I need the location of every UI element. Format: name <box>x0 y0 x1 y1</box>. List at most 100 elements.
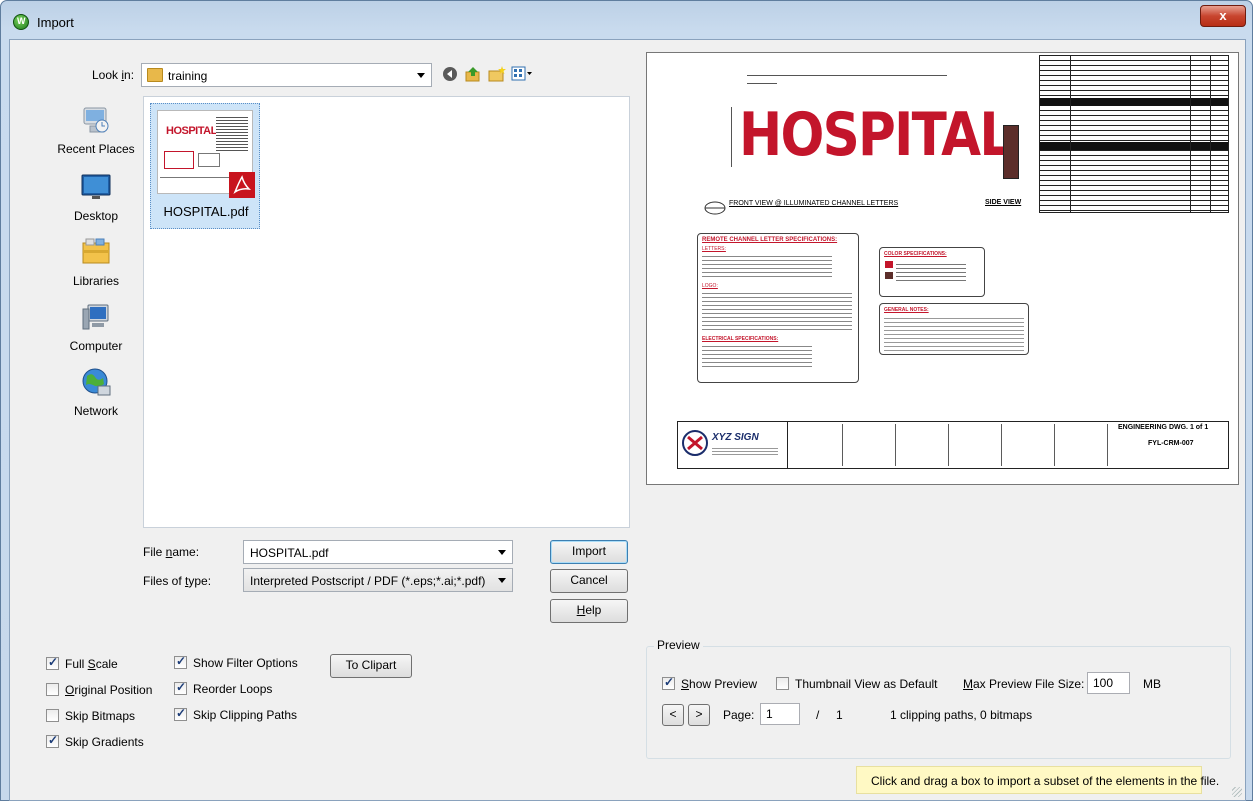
folder-icon <box>147 68 163 82</box>
new-folder-icon[interactable] <box>488 66 506 82</box>
files-of-type-dropdown[interactable]: Interpreted Postscript / PDF (*.eps;*.ai… <box>243 568 513 592</box>
checkbox-box[interactable] <box>46 733 59 748</box>
spec-lines <box>702 290 852 330</box>
dialog-body: Look in: training Recent Places Desktop … <box>9 39 1246 801</box>
app-icon <box>13 14 29 30</box>
spec-letters: LETTERS: <box>702 246 726 252</box>
table-col <box>1210 56 1211 212</box>
place-desktop[interactable]: Desktop <box>50 171 142 233</box>
checkbox-label-tail: cale <box>95 657 118 671</box>
files-of-type-label-tail: ype: <box>188 574 212 588</box>
look-in-value: training <box>168 69 208 83</box>
prev-page-button[interactable]: < <box>662 704 684 726</box>
checkbox-label-tail: riginal Position <box>74 683 153 697</box>
preview-group <box>646 646 1231 759</box>
window-title: Import <box>37 15 74 30</box>
pdf-icon <box>229 172 255 198</box>
checkbox-box[interactable] <box>776 677 789 690</box>
chevron-down-icon <box>417 73 425 78</box>
computer-icon <box>82 304 109 330</box>
resize-grip[interactable] <box>1232 787 1242 797</box>
page-value: 1 <box>766 707 773 721</box>
logo-cell: XYZ SIGN <box>678 422 788 468</box>
page-input[interactable]: 1 <box>760 703 800 725</box>
table-col <box>1190 56 1191 212</box>
look-in-dropdown[interactable]: training <box>141 63 432 87</box>
place-label: Computer <box>69 339 123 353</box>
max-size-input[interactable]: 100 <box>1087 672 1130 694</box>
to-clipart-button[interactable]: To Clipart <box>330 654 412 678</box>
preview-pane[interactable]: HOSPITAL SIDE VIEW FRONT VIEW @ ILLUMINA… <box>646 52 1239 485</box>
page-label: Page: <box>723 708 755 722</box>
file-name-input[interactable]: HOSPITAL.pdf <box>243 540 513 564</box>
chevron-down-icon[interactable] <box>498 550 506 555</box>
place-libraries[interactable]: Libraries <box>50 236 142 298</box>
color-spec-lines <box>896 261 966 283</box>
checkbox-box[interactable] <box>174 706 187 721</box>
company-address <box>712 446 778 456</box>
up-folder-icon[interactable] <box>465 66 481 82</box>
file-name-label: HOSPITAL.pdf <box>163 204 249 219</box>
side-view-bar <box>1003 125 1019 179</box>
checkbox-label: Original Position <box>65 683 152 697</box>
thumbnail-box <box>198 153 220 167</box>
table-band <box>1040 98 1228 106</box>
checkbox-label-text: Full <box>65 657 88 671</box>
side-view-label: SIDE VIEW <box>985 199 1022 206</box>
checkbox-box[interactable] <box>662 675 675 690</box>
max-size-label-accel: M <box>963 677 973 691</box>
color-spec-title: COLOR SPECIFICATIONS: <box>884 251 947 257</box>
help-button[interactable]: Help <box>550 599 628 623</box>
place-label: Desktop <box>73 209 119 223</box>
company-name: XYZ SIGN <box>712 432 759 443</box>
hint-text: Click and drag a box to import a subset … <box>871 774 1220 788</box>
company-logo-icon <box>682 430 708 456</box>
place-recent-places[interactable]: Recent Places <box>50 104 142 166</box>
next-page-button[interactable]: > <box>688 704 710 726</box>
back-icon[interactable] <box>442 66 458 82</box>
thumbnail-table <box>216 117 248 151</box>
file-list[interactable]: HOSPITAL HOSPITAL.pdf <box>143 96 630 528</box>
front-view-label: FRONT VIEW @ ILLUMINATED CHANNEL LETTERS <box>729 200 899 207</box>
libraries-icon <box>82 238 110 264</box>
spec-table <box>1039 55 1229 213</box>
checkbox-box[interactable] <box>46 709 59 722</box>
file-name-label: File name: <box>143 545 199 559</box>
view-menu-icon[interactable] <box>511 66 533 82</box>
files-of-type-value: Interpreted Postscript / PDF (*.eps;*.ai… <box>250 574 486 588</box>
checkbox-box[interactable] <box>46 683 59 696</box>
desktop-icon <box>81 174 111 199</box>
checkbox-label: Skip Gradients <box>65 735 144 749</box>
max-size-label: Max Preview File Size: <box>963 677 1084 691</box>
file-item[interactable]: HOSPITAL HOSPITAL.pdf <box>150 103 260 229</box>
look-in-label: Look in: <box>92 68 134 82</box>
checkbox-box[interactable] <box>174 654 187 669</box>
close-button[interactable]: x <box>1200 5 1246 27</box>
spec-logo: LOGO: <box>702 283 718 289</box>
thumbnail-box <box>164 151 194 169</box>
max-size-value: 100 <box>1093 676 1114 690</box>
spec-lines <box>702 343 812 367</box>
checkbox-label: Thumbnail View as Default <box>795 677 938 691</box>
file-name-label-tail: ame: <box>172 545 200 559</box>
place-label: Recent Places <box>57 142 135 156</box>
checkbox-box[interactable] <box>46 655 59 670</box>
color-swatch-brown <box>885 272 893 279</box>
import-button[interactable]: Import <box>550 540 628 564</box>
file-name-label-text: File <box>143 545 166 559</box>
preview-stats: 1 clipping paths, 0 bitmaps <box>890 708 1033 722</box>
places-bar: Recent Places Desktop Libraries Computer <box>50 96 142 526</box>
checkbox-label-accel: O <box>65 683 75 697</box>
place-computer[interactable]: Computer <box>50 301 142 363</box>
cancel-button[interactable]: Cancel <box>550 569 628 593</box>
drawing-number: FYL-CRM-007 <box>1148 440 1194 447</box>
general-notes-title: GENERAL NOTES: <box>884 307 929 313</box>
checkbox-label: Show Filter Options <box>193 656 298 670</box>
dimension-line <box>747 75 947 76</box>
place-label: Libraries <box>72 274 120 288</box>
place-label: Network <box>73 404 118 418</box>
page-separator: / <box>816 708 820 722</box>
color-spec-box: COLOR SPECIFICATIONS: <box>879 247 985 297</box>
place-network[interactable]: Network <box>50 366 142 428</box>
checkbox-box[interactable] <box>174 680 187 695</box>
